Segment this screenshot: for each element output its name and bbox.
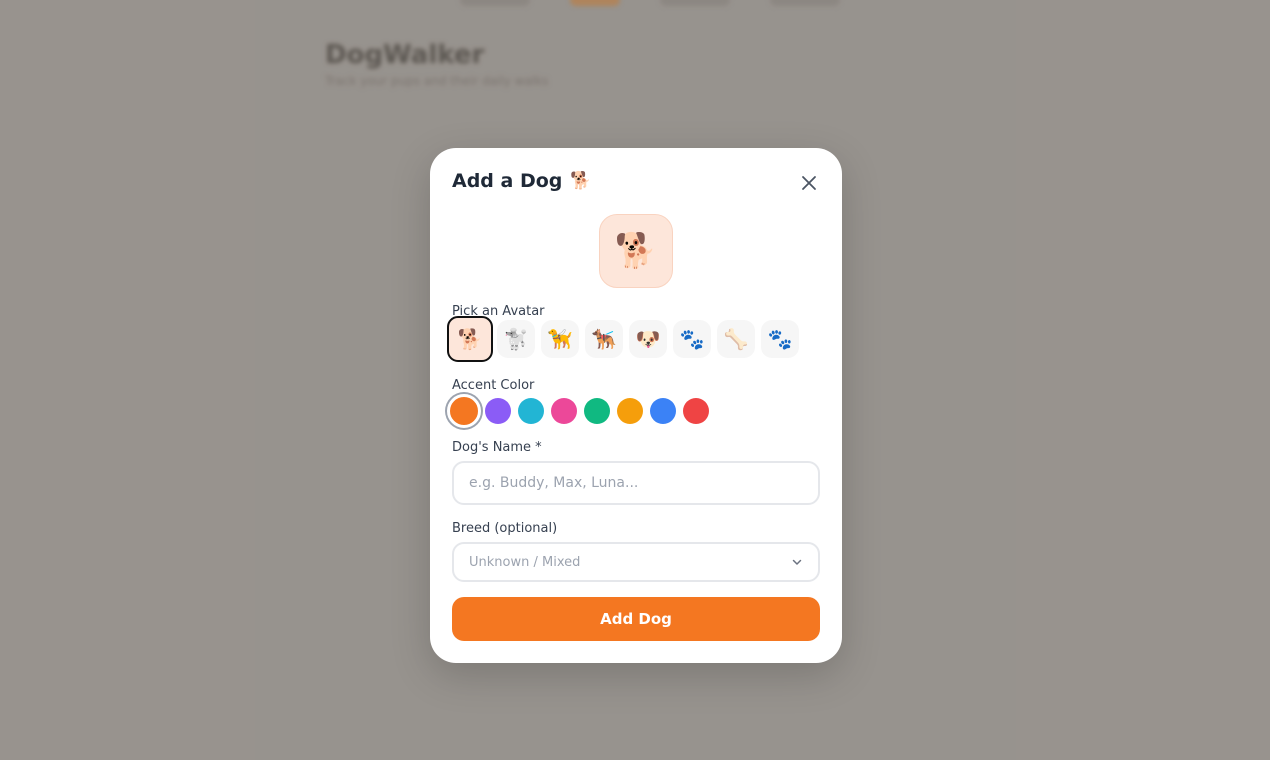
avatar-preview: 🐕 (599, 214, 673, 288)
add-dog-button[interactable]: Add Dog (452, 597, 820, 641)
color-swatch[interactable] (551, 398, 577, 424)
color-swatch[interactable] (518, 398, 544, 424)
close-button[interactable] (796, 170, 822, 196)
chevron-down-icon (792, 559, 802, 565)
color-label: Accent Color (452, 378, 535, 393)
avatar-option[interactable]: 🐾 (673, 320, 711, 358)
modal-title-text: Add a Dog (452, 170, 563, 192)
color-swatch[interactable] (683, 398, 709, 424)
avatar-option[interactable]: 🦴 (717, 320, 755, 358)
breed-label: Breed (optional) (452, 521, 558, 536)
name-label: Dog's Name * (452, 440, 542, 455)
avatar-picker: 🐕 🐩 🦮 🐕‍🦺 🐶 🐾 🦴 🐾 (447, 316, 799, 362)
avatar-option[interactable]: 🐾 (761, 320, 799, 358)
color-swatch[interactable] (584, 398, 610, 424)
avatar-option[interactable]: 🐕 (447, 316, 493, 362)
avatar-option[interactable]: 🐩 (497, 320, 535, 358)
avatar-option[interactable]: 🐶 (629, 320, 667, 358)
modal-title: Add a Dog 🐕 (452, 170, 592, 192)
avatar-option[interactable]: 🐕‍🦺 (585, 320, 623, 358)
color-swatch[interactable] (650, 398, 676, 424)
add-dog-modal: Add a Dog 🐕 🐕 Pick an Avatar 🐕 🐩 🦮 🐕‍🦺 🐶 🐾 🦴 🐾 … (430, 148, 842, 663)
color-picker (447, 394, 709, 428)
dog-icon: 🐕 (570, 171, 592, 191)
breed-select[interactable]: Unknown / Mixed (452, 542, 820, 582)
color-swatch[interactable] (617, 398, 643, 424)
breed-select-value: Unknown / Mixed (469, 554, 581, 570)
color-swatch[interactable] (447, 394, 481, 428)
avatar-option[interactable]: 🦮 (541, 320, 579, 358)
color-swatch[interactable] (485, 398, 511, 424)
dog-name-input[interactable] (452, 461, 820, 505)
close-icon (802, 176, 816, 190)
